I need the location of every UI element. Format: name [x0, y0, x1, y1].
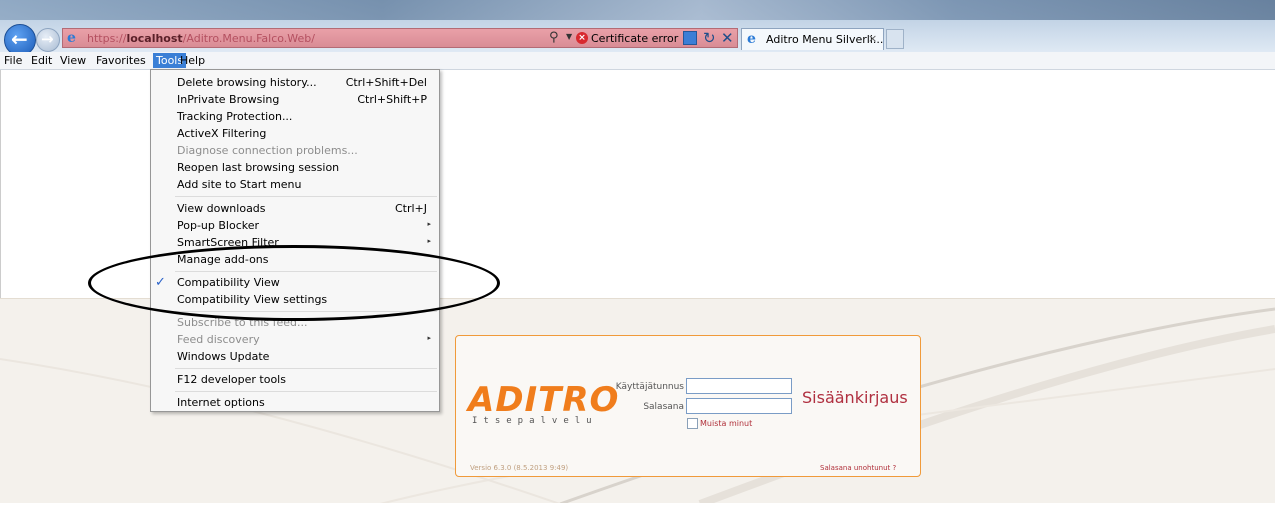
stop-icon[interactable]: ✕ — [721, 29, 734, 47]
menu-item-label: Internet options — [177, 396, 265, 409]
page-content-bottom — [0, 503, 1275, 521]
version-text: Versio 6.3.0 (8.5.2013 9:49) — [470, 464, 569, 472]
address-bar[interactable]: e https://localhost/Aditro.Menu.Falco.We… — [62, 28, 738, 48]
menu-item-shortcut: Ctrl+Shift+P — [357, 93, 427, 106]
tools-dropdown-menu: Delete browsing history... Ctrl+Shift+De… — [150, 69, 440, 412]
login-title: Sisäänkirjaus — [802, 388, 908, 407]
menu-item-tracking-protection[interactable]: Tracking Protection... — [151, 108, 439, 125]
menu-item-subscribe-feed: Subscribe to this feed... — [151, 314, 439, 331]
checkmark-icon: ✓ — [155, 275, 166, 290]
menu-item-shortcut: Ctrl+J — [394, 202, 427, 215]
menu-bar: File Edit View Favorites Tools Help — [0, 52, 1275, 70]
menu-item-label: Pop-up Blocker — [177, 219, 260, 232]
menu-item-popup-blocker[interactable]: Pop-up Blocker ▸ — [151, 217, 439, 234]
menu-item-label: Compatibility View settings — [177, 293, 328, 306]
title-bar — [0, 0, 1275, 20]
menu-separator — [175, 311, 437, 312]
menu-separator — [175, 271, 437, 272]
ie-tab-icon: e — [747, 31, 756, 47]
menu-item-label: Manage add-ons — [177, 253, 269, 266]
menu-item-label: Windows Update — [177, 350, 270, 363]
menu-item-label: ActiveX Filtering — [177, 127, 267, 140]
username-label: Käyttäjätunnus — [615, 382, 684, 392]
submenu-arrow-icon: ▸ — [427, 237, 431, 245]
menu-item-reopen-session[interactable]: Reopen last browsing session — [151, 159, 439, 176]
remember-me-checkbox[interactable] — [687, 418, 698, 429]
menu-favorites[interactable]: Favorites — [96, 54, 146, 67]
menu-item-compatibility-settings[interactable]: Compatibility View settings — [151, 291, 439, 308]
menu-view[interactable]: View — [60, 54, 86, 67]
forward-button[interactable] — [36, 28, 60, 52]
chevron-down-icon[interactable]: ▼ — [566, 32, 572, 41]
password-label: Salasana — [643, 402, 684, 412]
submenu-arrow-icon: ▸ — [427, 334, 431, 342]
menu-item-internet-options[interactable]: Internet options — [151, 394, 439, 411]
menu-item-f12-tools[interactable]: F12 developer tools — [151, 371, 439, 388]
menu-item-add-to-start[interactable]: Add site to Start menu — [151, 176, 439, 193]
search-icon[interactable]: ⚲ — [549, 30, 559, 45]
menu-item-diagnose: Diagnose connection problems... — [151, 142, 439, 159]
menu-separator — [175, 368, 437, 369]
menu-item-label: InPrivate Browsing — [177, 93, 280, 106]
menu-item-label: Compatibility View — [177, 276, 280, 289]
login-panel: ADITRO Itsepalvelu Käyttäjätunnus Salasa… — [455, 335, 921, 477]
menu-item-label: Reopen last browsing session — [177, 161, 340, 174]
certificate-error-icon[interactable]: × — [576, 32, 588, 44]
url-host: localhost — [126, 32, 183, 45]
browser-tab[interactable]: e Aditro Menu Silverli... × — [741, 28, 884, 50]
menu-item-delete-history[interactable]: Delete browsing history... Ctrl+Shift+De… — [151, 74, 439, 91]
menu-separator — [175, 391, 437, 392]
menu-item-manage-addons[interactable]: Manage add-ons — [151, 251, 439, 268]
url-text[interactable]: https://localhost/Aditro.Menu.Falco.Web/ — [87, 32, 315, 45]
menu-item-label: Add site to Start menu — [177, 178, 302, 191]
password-input[interactable] — [686, 398, 792, 414]
new-tab-button[interactable] — [886, 29, 904, 49]
forgot-password-link[interactable]: Salasana unohtunut ? — [820, 464, 896, 472]
browser-chrome: e https://localhost/Aditro.Menu.Falco.We… — [0, 0, 1275, 56]
remember-me-label[interactable]: Muista minut — [700, 419, 752, 428]
ie-icon: e — [67, 30, 76, 46]
url-path: /Aditro.Menu.Falco.Web/ — [182, 32, 315, 45]
url-prefix: https:// — [87, 32, 127, 45]
menu-item-label: Delete browsing history... — [177, 76, 317, 89]
menu-item-windows-update[interactable]: Windows Update — [151, 348, 439, 365]
tab-title: Aditro Menu Silverli... — [766, 33, 884, 46]
menu-item-label: Feed discovery — [177, 333, 260, 346]
aditro-logo-subtitle: Itsepalvelu — [472, 416, 598, 426]
tab-close-icon[interactable]: × — [868, 32, 877, 45]
menu-item-activex-filtering[interactable]: ActiveX Filtering — [151, 125, 439, 142]
menu-item-smartscreen[interactable]: SmartScreen Filter ▸ — [151, 234, 439, 251]
menu-item-view-downloads[interactable]: View downloads Ctrl+J — [151, 200, 439, 217]
aditro-logo: ADITRO — [468, 380, 620, 420]
username-input[interactable] — [686, 378, 792, 394]
menu-item-label: Tracking Protection... — [177, 110, 293, 123]
menu-item-shortcut: Ctrl+Shift+Del — [345, 76, 427, 89]
menu-item-label: View downloads — [177, 202, 266, 215]
menu-item-label: Subscribe to this feed... — [177, 316, 308, 329]
menu-item-label: F12 developer tools — [177, 373, 286, 386]
menu-item-label: SmartScreen Filter — [177, 236, 279, 249]
compatibility-view-icon[interactable] — [683, 31, 697, 45]
menu-file[interactable]: File — [4, 54, 22, 67]
menu-edit[interactable]: Edit — [31, 54, 52, 67]
certificate-error-text[interactable]: Certificate error — [591, 32, 678, 45]
menu-separator — [175, 196, 437, 197]
menu-item-feed-discovery: Feed discovery ▸ — [151, 331, 439, 348]
menu-item-label: Diagnose connection problems... — [177, 144, 358, 157]
refresh-icon[interactable]: ↻ — [703, 29, 716, 47]
menu-item-compatibility-view[interactable]: ✓ Compatibility View — [151, 274, 439, 291]
submenu-arrow-icon: ▸ — [427, 220, 431, 228]
menu-help[interactable]: Help — [180, 54, 205, 67]
menu-item-inprivate[interactable]: InPrivate Browsing Ctrl+Shift+P — [151, 91, 439, 108]
